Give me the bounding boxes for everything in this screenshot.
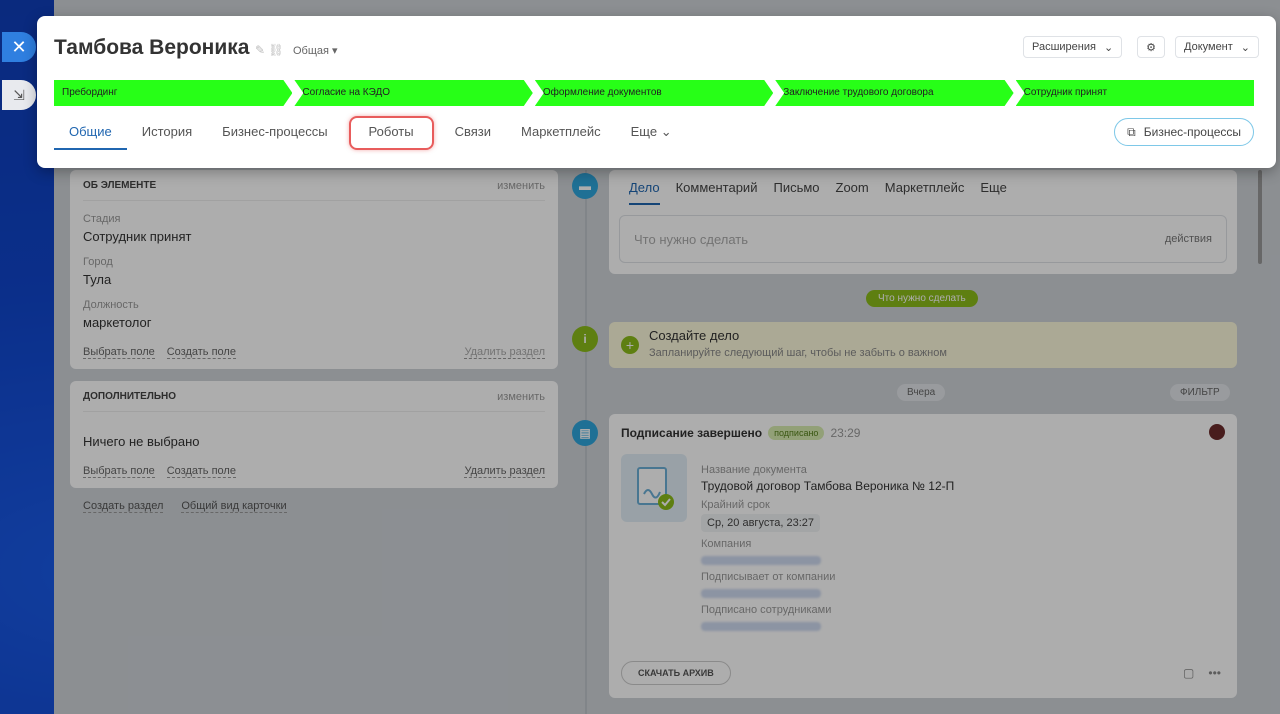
doc-value[interactable]: Трудовой договор Тамбова Вероника № 12-П (701, 479, 954, 493)
activity-tab-comment[interactable]: Комментарий (676, 180, 758, 205)
edit-icon[interactable]: ✎ ⛓ (255, 43, 284, 57)
scrollbar[interactable] (1258, 170, 1262, 264)
tab-business-processes[interactable]: Бизнес-процессы (207, 116, 342, 150)
tab-history[interactable]: История (127, 116, 207, 150)
field-value[interactable]: Тула (83, 272, 545, 287)
chevron-down-icon: ⌄ (1240, 41, 1251, 54)
document-button[interactable]: Документ ⌄ (1175, 36, 1260, 58)
create-task-panel[interactable]: + Создайте дело Запланируйте следующий ш… (609, 322, 1237, 368)
signer-value-blurred (701, 589, 821, 598)
plus-icon[interactable]: + (621, 336, 639, 354)
close-icon[interactable]: ✕ (2, 32, 36, 62)
signing-item: Подписание завершено подписано 23:29 Наз… (609, 414, 1237, 698)
tab-links[interactable]: Связи (440, 116, 506, 150)
stage-item[interactable]: Оформление документов (535, 80, 773, 106)
field-label: Должность (83, 299, 139, 311)
category-label: Общая (293, 45, 329, 57)
business-processes-button[interactable]: ⧉ Бизнес-процессы (1114, 118, 1254, 146)
create-field-link[interactable]: Создать поле (166, 346, 236, 359)
filter-button[interactable]: ФИЛЬТР (1170, 384, 1230, 401)
signed-label: Подписано сотрудниками (701, 604, 832, 616)
section-title: ОБ ЭЛЕМЕНТЕ (83, 180, 157, 191)
card-tabs: Общие История Бизнес-процессы Роботы Свя… (54, 116, 687, 150)
download-archive-button[interactable]: СКАЧАТЬ АРХИВ (621, 661, 731, 685)
delete-section-link[interactable]: Удалить раздел (464, 465, 545, 478)
stage-bar: Пребординг Согласие на КЭДО Оформление д… (54, 80, 1255, 106)
create-task-subtitle: Запланируйте следующий шаг, чтобы не заб… (649, 347, 947, 359)
field-label: Стадия (83, 213, 121, 225)
tab-more-label: Еще (630, 124, 658, 139)
more-icon[interactable]: ••• (1208, 666, 1221, 680)
card-header: Тамбова Вероника ✎ ⛓ Общая ▾ Расширения … (37, 16, 1276, 168)
signed-value-blurred (701, 622, 821, 631)
activity-editor: Дело Комментарий Письмо Zoom Маркетплейс… (609, 170, 1237, 274)
activity-tab-task[interactable]: Дело (629, 180, 660, 205)
avatar[interactable] (1209, 424, 1225, 440)
task-input[interactable]: Что нужно сделать действия (619, 215, 1227, 263)
activity-tab-email[interactable]: Письмо (773, 180, 819, 205)
chevron-down-icon: ⌄ (1103, 41, 1114, 54)
tab-robots[interactable]: Роботы (348, 116, 434, 150)
deadline-value[interactable]: Ср, 20 августа, 23:27 (701, 514, 820, 532)
field-value: Ничего не выбрано (83, 434, 200, 449)
signing-time: 23:29 (830, 426, 861, 440)
note-icon[interactable]: ▢ (1183, 666, 1194, 680)
comment-icon: ▬ (572, 173, 598, 199)
todo-pill: Что нужно сделать (866, 290, 978, 307)
stage-item[interactable]: Пребординг (54, 80, 292, 106)
document-label: Документ (1184, 41, 1233, 53)
activity-tab-zoom[interactable]: Zoom (836, 180, 869, 205)
choose-field-link[interactable]: Выбрать поле (83, 346, 155, 359)
card-view-link[interactable]: Общий вид карточки (181, 500, 287, 513)
change-link[interactable]: изменить (497, 180, 545, 192)
actions-dropdown[interactable]: действия (1165, 233, 1212, 245)
choose-field-link[interactable]: Выбрать поле (83, 465, 155, 478)
create-task-title: Создайте дело (649, 328, 740, 343)
left-column: ОБ ЭЛЕМЕНТЕ изменить Стадия Сотрудник пр… (70, 170, 558, 513)
page-title: Тамбова Вероника (54, 36, 250, 59)
extra-section: ДОПОЛНИТЕЛЬНО изменить Ничего не выбрано… (70, 381, 558, 488)
field-label: Город (83, 256, 113, 268)
minimize-icon[interactable]: ⇲ (2, 80, 36, 110)
stage-item[interactable]: Согласие на КЭДО (294, 80, 532, 106)
extensions-label: Расширения (1032, 41, 1096, 53)
create-field-link[interactable]: Создать поле (166, 465, 236, 478)
info-icon: i (572, 326, 598, 352)
extensions-button[interactable]: Расширения ⌄ (1023, 36, 1123, 58)
bp-label: Бизнес-процессы (1143, 125, 1241, 139)
section-title: ДОПОЛНИТЕЛЬНО (83, 391, 177, 402)
category-select[interactable]: Общая ▾ (293, 44, 338, 57)
field-value[interactable]: Сотрудник принят (83, 229, 545, 244)
signer-label: Подписывает от компании (701, 571, 836, 583)
workflow-icon: ⧉ (1127, 124, 1136, 139)
tab-general[interactable]: Общие (54, 116, 127, 150)
activity-tab-more[interactable]: Еще (980, 180, 1006, 205)
yesterday-pill: Вчера (897, 384, 946, 401)
company-label: Компания (701, 538, 752, 550)
create-section-link[interactable]: Создать раздел (83, 500, 164, 513)
signed-document-icon[interactable] (621, 454, 687, 522)
stage-item[interactable]: Заключение трудового договора (775, 80, 1013, 106)
document-fields: Название документа Трудовой договор Тамб… (701, 458, 954, 631)
activity-tab-marketplace[interactable]: Маркетплейс (885, 180, 965, 205)
field-value[interactable]: маркетолог (83, 315, 545, 330)
task-placeholder: Что нужно сделать (634, 231, 748, 247)
stage-item[interactable]: Сотрудник принят (1015, 80, 1255, 106)
delete-section-link[interactable]: Удалить раздел (464, 346, 545, 359)
change-link[interactable]: изменить (497, 391, 545, 403)
doc-label: Название документа (701, 464, 807, 476)
tab-marketplace[interactable]: Маркетплейс (506, 116, 616, 150)
about-section: ОБ ЭЛЕМЕНТЕ изменить Стадия Сотрудник пр… (70, 170, 558, 369)
gear-icon[interactable]: ⚙ (1137, 36, 1165, 58)
tab-more[interactable]: Еще ⌄ (616, 116, 687, 150)
signing-title: Подписание завершено (621, 426, 763, 440)
document-icon: ▤ (572, 420, 598, 446)
company-value-blurred (701, 556, 821, 565)
status-badge: подписано (768, 426, 825, 440)
deadline-label: Крайний срок (701, 499, 770, 511)
